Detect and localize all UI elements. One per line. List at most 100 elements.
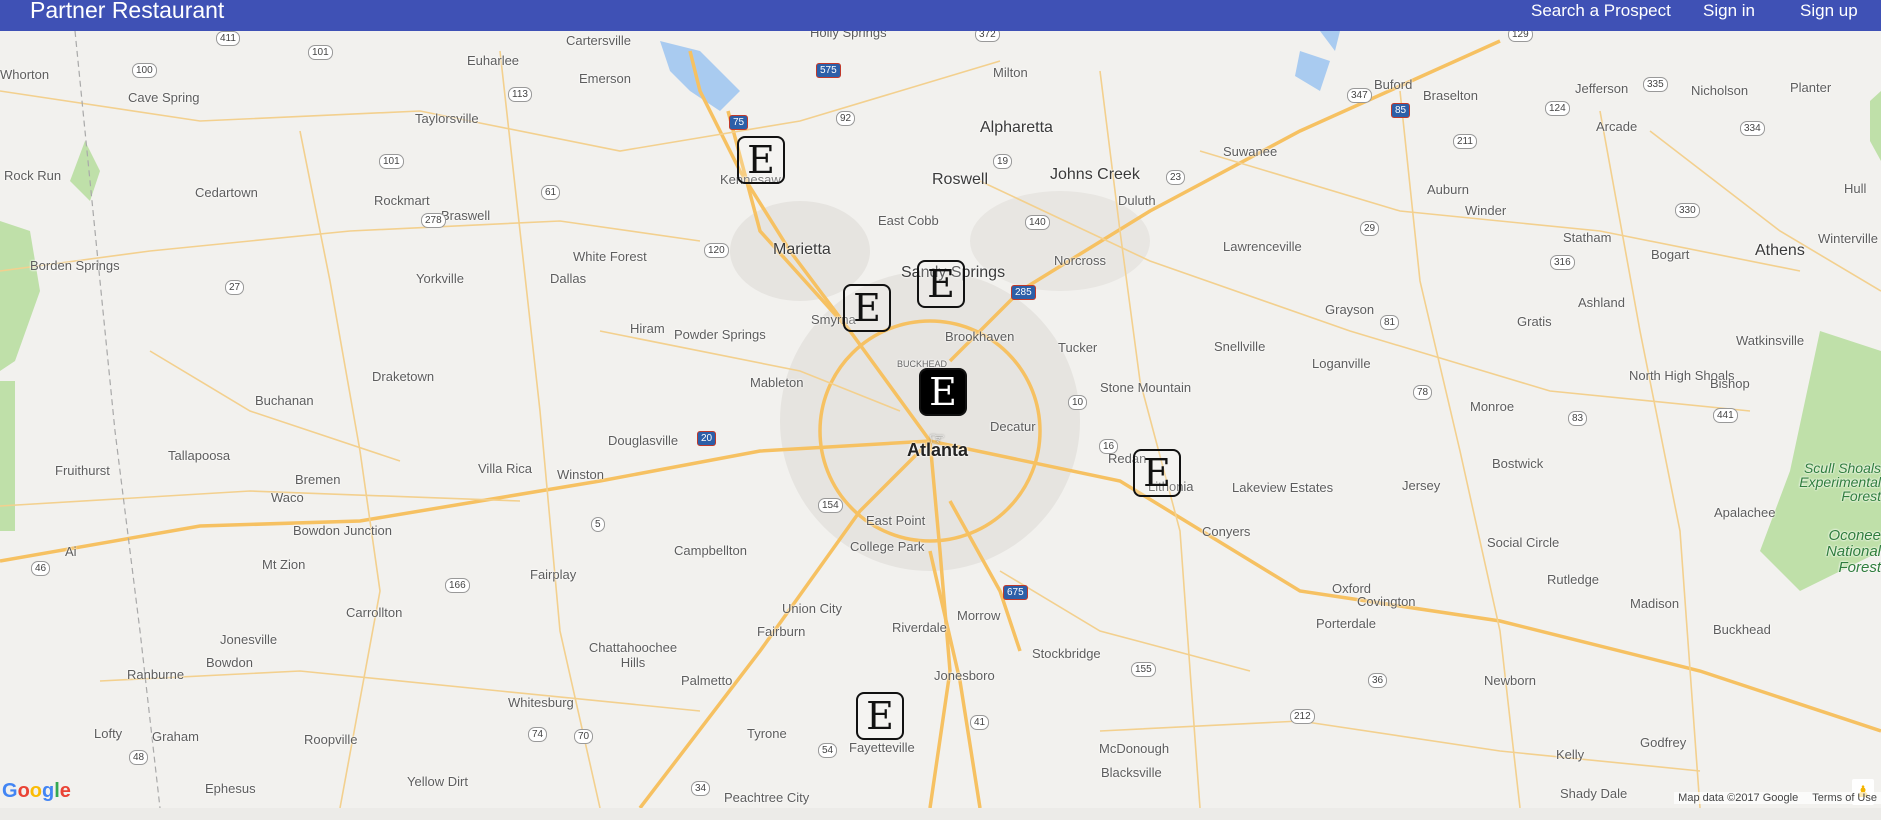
place-label: Brookhaven [945, 329, 1015, 344]
place-label: Whorton [0, 67, 50, 82]
route-shield: 54 [818, 743, 838, 758]
place-label: Villa Rica [478, 461, 532, 476]
route-shield: 27 [225, 280, 245, 295]
place-label: Planter [1790, 80, 1832, 95]
place-label: Bowdon [206, 655, 253, 670]
route-shield: 41 [970, 715, 990, 730]
place-label: Fruithurst [55, 463, 110, 478]
place-label: Yorkville [416, 271, 464, 286]
place-label: Mableton [750, 375, 804, 390]
place-label: Mt Zion [262, 557, 306, 572]
marker-sandy-springs[interactable]: E [917, 260, 965, 308]
route-shield: 10 [1068, 395, 1088, 410]
place-label: Blacksville [1101, 765, 1162, 780]
place-label: Winston [557, 467, 604, 482]
place-label: Chattahoochee Hills [588, 640, 678, 670]
place-label: Shady Dale [1560, 786, 1628, 801]
place-label: Roswell [932, 171, 989, 188]
route-shield: 411 [216, 31, 240, 46]
route-shield: 575 [816, 63, 841, 78]
place-label: Newborn [1484, 673, 1537, 688]
place-label: Whitesburg [508, 695, 574, 710]
route-shield: 48 [129, 750, 149, 765]
place-label: Douglasville [608, 433, 679, 448]
place-label: Oconee National Forest [1825, 527, 1881, 576]
place-label: Palmetto [681, 673, 733, 688]
map-canvas[interactable]: Whorton Euharlee Cartersville Holly Spri… [0, 31, 1881, 808]
place-label: Draketown [372, 369, 435, 384]
hand-cursor-icon: ☞ [929, 429, 946, 449]
route-shield: 212 [1290, 709, 1315, 724]
route-shield: 140 [1025, 215, 1050, 230]
place-label: Waco [271, 490, 304, 505]
place-label: Conyers [1202, 524, 1251, 539]
place-label: Snellville [1214, 339, 1266, 354]
place-label: Stone Mountain [1100, 380, 1192, 395]
place-label: East Point [866, 513, 926, 528]
place-label: Emerson [579, 71, 632, 86]
place-label: Rock Run [4, 168, 62, 183]
place-label: East Cobb [878, 213, 939, 228]
route-shield: 155 [1131, 662, 1156, 677]
route-shield: 100 [132, 63, 157, 78]
route-shield: 5 [591, 517, 605, 532]
place-label: Braselton [1423, 88, 1478, 103]
place-label: Bogart [1651, 247, 1690, 262]
route-shield: 85 [1391, 103, 1411, 118]
place-label: Ranburne [127, 667, 185, 682]
route-shield: 16 [1099, 439, 1119, 454]
brand-title[interactable]: Partner Restaurant [30, 0, 224, 24]
route-shield: 113 [508, 87, 532, 102]
terms-of-use-link[interactable]: Terms of Use [1812, 792, 1877, 804]
place-label: Fayetteville [849, 740, 915, 755]
place-label: Stockbridge [1032, 646, 1101, 661]
place-label: Cartersville [566, 33, 632, 48]
place-label: Riverdale [892, 620, 947, 635]
place-label: Roopville [304, 732, 358, 747]
place-label: Hiram [630, 321, 665, 336]
marker-buckhead[interactable]: E [919, 368, 967, 416]
place-label: Ai [65, 544, 77, 559]
marker-lithonia[interactable]: E [1133, 449, 1181, 497]
marker-fayetteville[interactable]: E [856, 692, 904, 740]
route-shield: 316 [1550, 255, 1575, 270]
place-label: McDonough [1099, 741, 1170, 756]
place-label: Loganville [1312, 356, 1371, 371]
place-label: Euharlee [467, 53, 520, 68]
google-logo: Google [2, 780, 71, 802]
route-shield: 166 [445, 578, 470, 593]
place-label: Borden Springs [30, 258, 120, 273]
place-label: Buford [1374, 77, 1413, 92]
sign-up-link[interactable]: Sign up [1800, 1, 1858, 21]
route-shield: 330 [1675, 203, 1700, 218]
marker-kennesaw[interactable]: E [737, 136, 785, 184]
place-label: Bishop [1710, 376, 1750, 391]
place-label: Buchanan [255, 393, 314, 408]
place-label: Fairburn [757, 624, 806, 639]
search-prospect-link[interactable]: Search a Prospect [1531, 1, 1671, 21]
place-label: Decatur [990, 419, 1036, 434]
place-label: Porterdale [1316, 616, 1376, 631]
place-label: Campbellton [674, 543, 747, 558]
place-label: Monroe [1470, 399, 1515, 414]
place-label: Ashland [1578, 295, 1625, 310]
place-label: Arcade [1596, 119, 1638, 134]
place-label: Madison [1630, 596, 1680, 611]
route-shield: 335 [1643, 77, 1668, 92]
route-shield: 19 [993, 154, 1013, 169]
marker-smyrna[interactable]: E [843, 284, 891, 332]
route-shield: 78 [1413, 385, 1433, 400]
place-label: Yellow Dirt [407, 774, 468, 789]
sign-in-link[interactable]: Sign in [1703, 1, 1755, 21]
place-label: Nicholson [1691, 83, 1749, 98]
place-label: Hull [1844, 181, 1867, 196]
place-label: Auburn [1427, 182, 1469, 197]
route-shield: 124 [1545, 101, 1570, 116]
route-shield: 46 [31, 561, 51, 576]
place-label: Bowdon Junction [293, 523, 393, 538]
route-shield: 92 [836, 111, 856, 126]
place-label: Lawrenceville [1223, 239, 1302, 254]
top-navbar: Partner Restaurant Search a Prospect Sig… [0, 0, 1881, 31]
route-shield: 29 [1360, 221, 1380, 236]
place-label: College Park [850, 539, 925, 554]
